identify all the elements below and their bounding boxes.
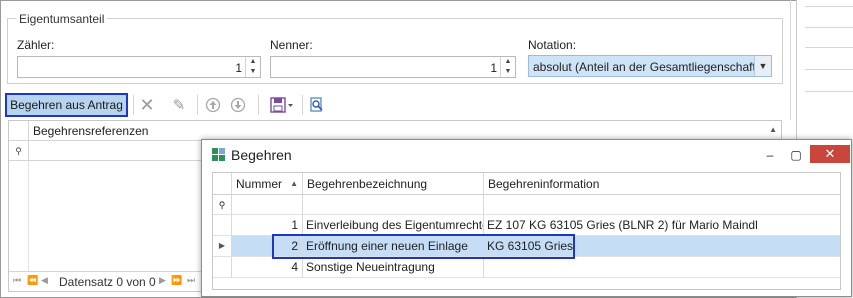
- nenner-label: Nenner:: [270, 38, 313, 52]
- dialog-title: Begehren: [231, 147, 292, 163]
- notation-select[interactable]: absolut (Anteil an der Gesamtliegenschaf…: [528, 55, 772, 77]
- begehren-dialog: Begehren – ▢ ✕ Nummer ▲ Begehrenbezeichn…: [201, 139, 852, 297]
- table-row[interactable]: 1 Einverleibung des Eigentumrechtes EZ 1…: [213, 215, 840, 236]
- row-indicator-column: [9, 161, 29, 271]
- next-record-icon[interactable]: ▶: [159, 275, 166, 286]
- filter-icon: ⚲: [213, 195, 232, 214]
- grid-header: Begehrensreferenzen ▲: [9, 121, 781, 141]
- next-page-icon[interactable]: ⏩: [171, 275, 182, 286]
- toolbar: Begehren aus Antrag ✕ ✎: [5, 93, 365, 117]
- minimize-icon[interactable]: –: [758, 145, 782, 165]
- filter-row[interactable]: ⚲: [213, 195, 840, 215]
- begehren-grid: Nummer ▲ Begehrenbezeichnung Begehreninf…: [212, 172, 841, 290]
- first-record-icon[interactable]: ⏮: [13, 275, 21, 286]
- search-icon[interactable]: [307, 95, 327, 115]
- record-counter: Datensatz 0 von 0: [59, 275, 156, 289]
- notation-label: Notation:: [528, 38, 577, 52]
- zaehler-value: 1: [235, 61, 242, 75]
- app-icon: [212, 148, 226, 162]
- indicator-header: [9, 121, 29, 141]
- spin-down-icon[interactable]: ▼: [246, 67, 260, 77]
- notation-value: absolut (Anteil an der Gesamtliegenschaf…: [533, 60, 760, 74]
- move-down-icon[interactable]: [228, 95, 248, 115]
- close-icon[interactable]: ✕: [810, 145, 850, 163]
- zaehler-field[interactable]: 1 ▲ ▼: [17, 56, 261, 78]
- record-navigator: ⏮ ⏪ ◀ Datensatz 0 von 0 ▶ ⏩ ⏭: [9, 271, 201, 291]
- toolbar-separator: [258, 95, 259, 115]
- indicator-header: [213, 173, 232, 194]
- column-header-nummer[interactable]: Nummer ▲: [232, 173, 303, 194]
- toolbar-separator: [197, 95, 198, 115]
- move-up-icon[interactable]: [203, 95, 223, 115]
- nenner-value: 1: [490, 61, 497, 75]
- spin-up-icon[interactable]: ▲: [246, 57, 260, 67]
- maximize-icon[interactable]: ▢: [784, 145, 808, 165]
- nenner-spinner[interactable]: ▲ ▼: [500, 57, 515, 77]
- delete-icon[interactable]: ✕: [137, 95, 157, 115]
- column-header-information[interactable]: Begehreninformation: [484, 173, 842, 194]
- toolbar-separator: [302, 95, 303, 115]
- column-header-begehrensreferenzen[interactable]: Begehrensreferenzen: [33, 124, 148, 138]
- sort-ascending-icon: ▲: [769, 125, 777, 134]
- zaehler-label: Zähler:: [17, 38, 55, 52]
- zaehler-spinner[interactable]: ▲ ▼: [245, 57, 260, 77]
- dialog-titlebar[interactable]: Begehren – ▢ ✕: [202, 140, 851, 170]
- last-record-icon[interactable]: ⏭: [187, 275, 195, 286]
- sort-ascending-icon: ▲: [290, 179, 298, 188]
- spin-up-icon[interactable]: ▲: [501, 57, 515, 67]
- nenner-field[interactable]: 1 ▲ ▼: [270, 56, 516, 78]
- edit-icon[interactable]: ✎: [169, 95, 189, 115]
- prev-record-icon[interactable]: ◀: [41, 275, 48, 286]
- group-title: Eigentumsanteil: [16, 12, 108, 26]
- column-header-bezeichnung[interactable]: Begehrenbezeichnung: [303, 173, 484, 194]
- current-row-icon: ▶: [213, 236, 232, 256]
- save-icon[interactable]: [268, 95, 298, 115]
- grid-header: Nummer ▲ Begehrenbezeichnung Begehreninf…: [213, 173, 840, 195]
- begehren-aus-antrag-button[interactable]: Begehren aus Antrag: [5, 93, 128, 117]
- table-row[interactable]: 4 Sonstige Neueintragung: [213, 257, 840, 278]
- selection-highlight-frame: [272, 234, 575, 259]
- spin-down-icon[interactable]: ▼: [501, 67, 515, 77]
- chevron-down-icon[interactable]: ▼: [754, 56, 771, 76]
- toolbar-separator: [133, 95, 134, 115]
- filter-icon: ⚲: [9, 141, 29, 161]
- prev-page-icon[interactable]: ⏪: [27, 275, 38, 286]
- divider: [790, 0, 791, 120]
